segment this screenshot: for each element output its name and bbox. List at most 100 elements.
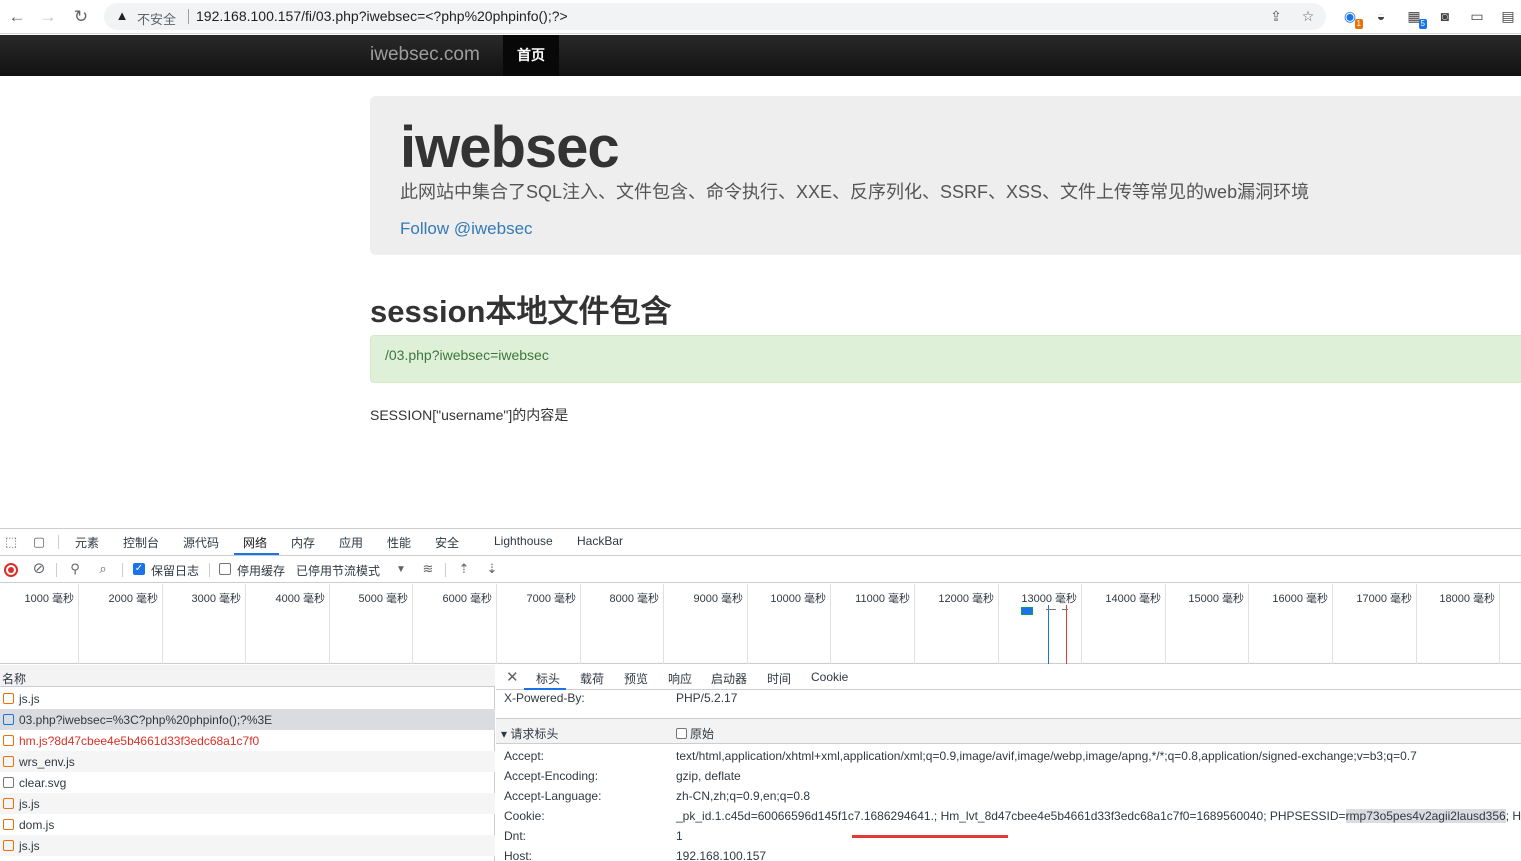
share-icon[interactable]: ⇪	[1267, 7, 1285, 25]
session-text: SESSION["username"]的内容是	[370, 407, 569, 423]
tab-network[interactable]: 网络	[243, 534, 267, 551]
address-bar[interactable]: ▲ 不安全 192.168.100.157/fi/03.php?iwebsec=…	[104, 3, 1326, 30]
reload-icon[interactable]: ↻	[70, 6, 92, 28]
insecure-label[interactable]: 不安全	[137, 9, 176, 28]
request-row[interactable]: dom.js	[0, 814, 495, 835]
filter-icon[interactable]: ⚲	[67, 561, 83, 577]
request-row[interactable]: js.js	[0, 835, 495, 856]
request-name[interactable]: clear.svg	[19, 776, 66, 790]
tab-sources[interactable]: 源代码	[183, 534, 219, 551]
export-har-icon[interactable]: ⇣	[484, 561, 500, 577]
page-title: session本地文件包含	[370, 294, 672, 329]
tab-security[interactable]: 安全	[435, 534, 459, 551]
jumbotron-lead: 此网站中集合了SQL注入、文件包含、命令执行、XXE、反序列化、SSRF、XSS…	[400, 182, 1310, 202]
raw-checkbox[interactable]	[676, 728, 687, 739]
divider	[58, 535, 59, 549]
follow-link[interactable]: Follow @iwebsec	[400, 219, 533, 239]
tab-performance[interactable]: 性能	[387, 534, 411, 551]
jumbotron-title: iwebsec	[400, 115, 620, 180]
preserve-log-label[interactable]: 保留日志	[151, 562, 199, 579]
throttle-select[interactable]: 已停用节流模式	[296, 562, 380, 579]
script-icon	[3, 756, 14, 767]
tab-response[interactable]: 响应	[668, 670, 692, 687]
annotation-underline	[852, 835, 1008, 838]
tab-preview[interactable]: 预览	[624, 670, 648, 687]
request-row[interactable]: js.js	[0, 793, 495, 814]
nav-home-link[interactable]: 首页	[503, 35, 559, 76]
timeline-tick-label: 13000 毫秒	[1021, 593, 1077, 605]
timeline-tick-label: 12000 毫秒	[938, 593, 994, 605]
timeline-tick-label: 5000 毫秒	[358, 593, 408, 605]
tab-lighthouse[interactable]: Lighthouse	[494, 534, 553, 548]
tab-headers[interactable]: 标头	[536, 670, 560, 687]
request-name[interactable]: dom.js	[19, 818, 54, 832]
request-name[interactable]: hm.js?8d47cbee4e5b4661d33f3edc68a1c7f0	[19, 734, 259, 748]
timeline-tick-label: 2000 毫秒	[108, 593, 158, 605]
name-column-header[interactable]: 名称	[2, 670, 26, 687]
script-icon	[3, 798, 14, 809]
request-name[interactable]: js.js	[19, 692, 40, 706]
request-name[interactable]: js.js	[19, 839, 40, 853]
screenshot-extension-icon[interactable]: ◙	[1435, 6, 1455, 26]
section-title[interactable]: ▾ 请求标头	[501, 725, 558, 742]
clear-icon[interactable]: ⊘	[31, 561, 47, 577]
preserve-log-checkbox[interactable]: ✓	[133, 563, 145, 575]
timeline-bar	[1046, 609, 1056, 610]
tab-initiator[interactable]: 启动器	[711, 670, 747, 687]
inspect-element-icon[interactable]: ⬚	[3, 534, 19, 550]
request-name[interactable]: 03.php?iwebsec=%3C?php%20phpinfo();?%3E	[19, 713, 272, 727]
tab-hackbar[interactable]: HackBar	[577, 534, 623, 548]
devtools-panel: ⬚ ▢ 元素 控制台 源代码 网络 内存 应用 性能 安全 Lighthouse…	[0, 528, 1521, 861]
timeline-tick-label: 18000 毫秒	[1439, 593, 1495, 605]
divider	[188, 9, 189, 24]
search-icon[interactable]: ⌕	[95, 561, 111, 577]
request-headers-section[interactable]: ▾ 请求标头 原始	[496, 718, 1521, 744]
qr-extension-icon[interactable]: ▦ 5	[1404, 6, 1427, 29]
disable-cache-checkbox[interactable]	[219, 563, 231, 575]
back-icon[interactable]: ←	[6, 6, 28, 28]
timeline-gridline	[830, 584, 831, 664]
load-marker	[1066, 605, 1067, 664]
details-tabbar: ✕ 标头 载荷 预览 响应 启动器 时间 Cookie	[496, 665, 1521, 690]
timeline-tick-label: 1000 毫秒	[24, 593, 74, 605]
extension-icon[interactable]: ◉ 1	[1340, 6, 1363, 29]
chevron-down-icon[interactable]: ▼	[393, 562, 409, 578]
reader-extension-icon[interactable]: ▤	[1498, 6, 1518, 26]
close-icon[interactable]: ✕	[506, 668, 519, 686]
script-icon	[3, 840, 14, 851]
alert-link[interactable]: /03.php?iwebsec=iwebsec	[385, 347, 549, 363]
request-row[interactable]: js.js	[0, 688, 495, 709]
tab-memory[interactable]: 内存	[291, 534, 315, 551]
import-har-icon[interactable]: ⇡	[456, 561, 472, 577]
timeline-bar	[1021, 607, 1033, 615]
request-row[interactable]: 03.php?iwebsec=%3C?php%20phpinfo();?%3E	[0, 709, 495, 730]
warning-icon[interactable]: ▲	[114, 8, 130, 24]
url-text[interactable]: 192.168.100.157/fi/03.php?iwebsec=<?php%…	[196, 8, 568, 24]
network-conditions-icon[interactable]: ≋	[420, 561, 436, 577]
tab-console[interactable]: 控制台	[123, 534, 159, 551]
request-header-name: Accept-Language:	[504, 789, 602, 803]
disable-cache-label[interactable]: 停用缓存	[237, 562, 285, 579]
request-row[interactable]: hm.js?8d47cbee4e5b4661d33f3edc68a1c7f0	[0, 730, 495, 751]
timeline-gridline	[1332, 584, 1333, 664]
request-row[interactable]: wrs_env.js	[0, 751, 495, 772]
tab-elements[interactable]: 元素	[75, 534, 99, 551]
network-overview[interactable]: 1000 毫秒 2000 毫秒 3000 毫秒 4000 毫秒 5000 毫秒 6000 …	[0, 584, 1521, 664]
star-icon[interactable]: ☆	[1299, 7, 1317, 25]
device-toolbar-icon[interactable]: ▢	[31, 534, 47, 550]
tab-payload[interactable]: 载荷	[580, 670, 604, 687]
timeline-gridline	[1248, 584, 1249, 664]
request-name[interactable]: wrs_env.js	[19, 755, 75, 769]
record-icon[interactable]	[4, 563, 18, 577]
tab-extension-icon[interactable]: ▭	[1467, 6, 1487, 26]
tab-application[interactable]: 应用	[339, 534, 363, 551]
site-brand[interactable]: iwebsec.com	[370, 44, 480, 66]
raw-toggle[interactable]: 原始	[676, 725, 714, 742]
tab-timing[interactable]: 时间	[767, 670, 791, 687]
dom-content-loaded-marker	[1048, 605, 1049, 664]
request-name[interactable]: js.js	[19, 797, 40, 811]
forward-icon[interactable]: →	[37, 6, 59, 28]
hat-extension-icon[interactable]: ◒	[1371, 6, 1391, 26]
request-row[interactable]: clear.svg	[0, 772, 495, 793]
tab-cookies[interactable]: Cookie	[811, 670, 848, 684]
